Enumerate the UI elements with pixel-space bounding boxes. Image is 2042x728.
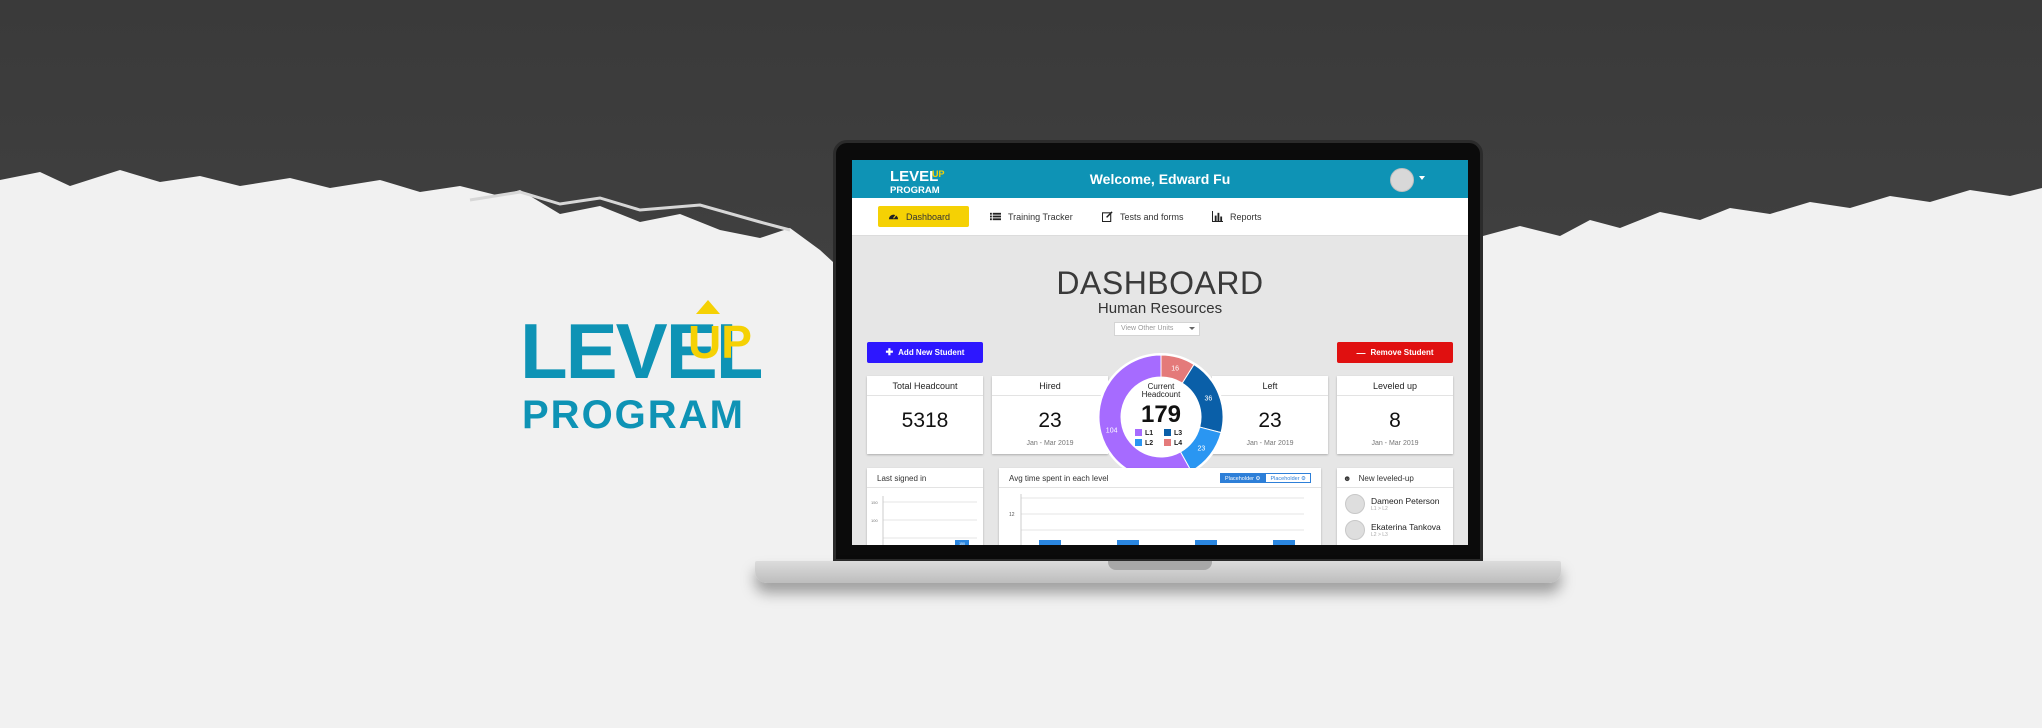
stat-card-value: 23 xyxy=(1038,409,1062,432)
laptop-base xyxy=(755,561,1561,583)
headcount-donut-chart: 163623104 Current Headcount 179 L1 L3 L2… xyxy=(1097,353,1225,481)
laptop-screen-bezel: LEVEL UP PROGRAM Welcome, Edward Fu Dash… xyxy=(833,140,1483,562)
avatar xyxy=(1345,494,1365,514)
legend-label: L2 xyxy=(1145,440,1153,447)
main-nav: Dashboard Training Tracker Tests and for… xyxy=(852,198,1468,236)
donut-slice-value: 104 xyxy=(1106,427,1118,434)
donut-slice-value: 23 xyxy=(1197,446,1205,453)
list-icon xyxy=(990,212,1001,221)
add-user-icon: ✚ xyxy=(885,347,894,357)
stat-card-period: Jan - Mar 2019 xyxy=(1026,440,1074,447)
legend-swatch-l4 xyxy=(1164,439,1171,446)
svg-text:PROGRAM: PROGRAM xyxy=(522,393,745,437)
nav-item-training-tracker[interactable]: Training Tracker xyxy=(980,206,1083,227)
chip-label: Placeholder xyxy=(1270,476,1300,482)
legend-label: L4 xyxy=(1174,440,1182,447)
donut-slice-value: 16 xyxy=(1171,365,1179,372)
chart-filter-chips: Placeholder ⚙ Placeholder ⚙ xyxy=(1219,473,1311,483)
list-item[interactable]: Dameon Peterson L1 > L2 xyxy=(1345,494,1440,514)
unit-select[interactable]: View Other Units xyxy=(1114,322,1200,336)
chevron-down-icon[interactable] xyxy=(1419,176,1425,180)
person-name: Ekaterina Tankova xyxy=(1371,522,1441,532)
unit-select-value: View Other Units xyxy=(1121,325,1174,332)
speedometer-icon xyxy=(888,214,899,220)
panel-title: New leveled-up xyxy=(1358,474,1414,483)
donut-slice-value: 36 xyxy=(1205,396,1213,403)
user-check-icon: ☻ xyxy=(1343,474,1352,483)
nav-item-reports[interactable]: Reports xyxy=(1202,206,1272,227)
panel-header: ☻ New leveled-up xyxy=(1337,468,1453,488)
donut-center-value: 179 xyxy=(1141,401,1181,428)
stat-card-title: Hired xyxy=(992,376,1108,396)
stat-card-left: Left 23 Jan - Mar 2019 xyxy=(1212,376,1328,454)
laptop-notch xyxy=(1108,561,1212,570)
nav-item-dashboard[interactable]: Dashboard xyxy=(878,206,969,227)
filter-chip[interactable]: Placeholder ⚙ xyxy=(1219,473,1266,483)
nav-label: Dashboard xyxy=(906,211,951,222)
panel-new-leveled-up: ☻ New leveled-up Dameon Peterson L1 > L2… xyxy=(1337,468,1453,545)
legend-label: L3 xyxy=(1174,430,1182,437)
add-student-label: Add New Student xyxy=(898,348,965,357)
person-name: Dameon Peterson xyxy=(1371,496,1440,506)
y-tick-label: 150 xyxy=(871,500,878,505)
donut-label-line2: Headcount xyxy=(1142,390,1181,399)
stat-card-title: Total Headcount xyxy=(867,376,983,396)
y-tick-label: 100 xyxy=(871,518,878,523)
legend-label: L1 xyxy=(1145,430,1153,437)
remove-user-icon: — xyxy=(1356,347,1366,358)
bar-chart-icon xyxy=(1212,211,1223,222)
nav-label: Reports xyxy=(1230,211,1262,222)
levelup-program-logo: LEVEL UP PROGRAM xyxy=(520,300,764,437)
y-tick-label: 12 xyxy=(1009,512,1015,518)
add-student-button[interactable]: ✚ Add New Student xyxy=(867,342,983,363)
stat-card-value: 23 xyxy=(1258,409,1282,432)
page-title: DASHBOARD xyxy=(1056,265,1264,301)
avatar xyxy=(1345,520,1365,540)
panel-avg-time-per-level: Avg time spent in each level Placeholder… xyxy=(999,468,1321,545)
nav-label: Tests and forms xyxy=(1120,211,1184,222)
last-signed-in-chart: 150 100 150 xyxy=(871,496,977,545)
panel-last-signed-in: Last signed in 150 100 150 xyxy=(867,468,983,545)
stat-card-title: Left xyxy=(1212,376,1328,396)
welcome-text: Welcome, Edward Fu xyxy=(1089,171,1231,187)
nav-item-tests-and-forms[interactable]: Tests and forms xyxy=(1092,206,1194,227)
stat-card-period: Jan - Mar 2019 xyxy=(1371,440,1419,447)
nav-label: Training Tracker xyxy=(1008,211,1073,222)
edit-icon xyxy=(1102,211,1113,222)
stat-card-hired: Hired 23 Jan - Mar 2019 xyxy=(992,376,1108,454)
stat-card-title: Leveled up xyxy=(1337,376,1453,396)
app-screen: LEVEL UP PROGRAM Welcome, Edward Fu Dash… xyxy=(852,160,1468,545)
app-header: LEVEL UP PROGRAM Welcome, Edward Fu xyxy=(852,160,1468,198)
person-detail: L1 > L2 xyxy=(1371,506,1388,512)
bar xyxy=(1039,540,1061,545)
remove-student-button[interactable]: — Remove Student xyxy=(1337,342,1453,363)
remove-student-label: Remove Student xyxy=(1370,348,1434,357)
bar xyxy=(1273,540,1295,545)
legend-swatch-l1 xyxy=(1135,429,1142,436)
bar-value-label: 150 xyxy=(959,542,965,545)
person-detail: L2 > L3 xyxy=(1371,532,1388,538)
avg-time-chart: 12 xyxy=(1009,494,1304,545)
stat-card-leveled-up: Leveled up 8 Jan - Mar 2019 xyxy=(1337,376,1453,454)
bar xyxy=(1117,540,1139,545)
panel-title: Last signed in xyxy=(867,468,983,488)
legend-swatch-l3 xyxy=(1164,429,1171,436)
filter-chip[interactable]: Placeholder ⚙ xyxy=(1265,473,1311,483)
list-item[interactable]: Ekaterina Tankova L2 > L3 xyxy=(1345,520,1441,540)
bar xyxy=(1195,540,1217,545)
page-subtitle: Human Resources xyxy=(1097,300,1223,317)
user-avatar-icon[interactable] xyxy=(1390,168,1414,192)
stat-card-value: 5318 xyxy=(901,409,949,432)
stat-card-total-headcount: Total Headcount 5318 xyxy=(867,376,983,454)
legend-swatch-l2 xyxy=(1135,439,1142,446)
stat-card-value: 8 xyxy=(1389,409,1401,432)
chip-label: Placeholder xyxy=(1224,476,1255,482)
chevron-down-icon xyxy=(1189,327,1195,330)
stat-card-period: Jan - Mar 2019 xyxy=(1246,440,1294,447)
svg-text:UP: UP xyxy=(688,316,752,368)
